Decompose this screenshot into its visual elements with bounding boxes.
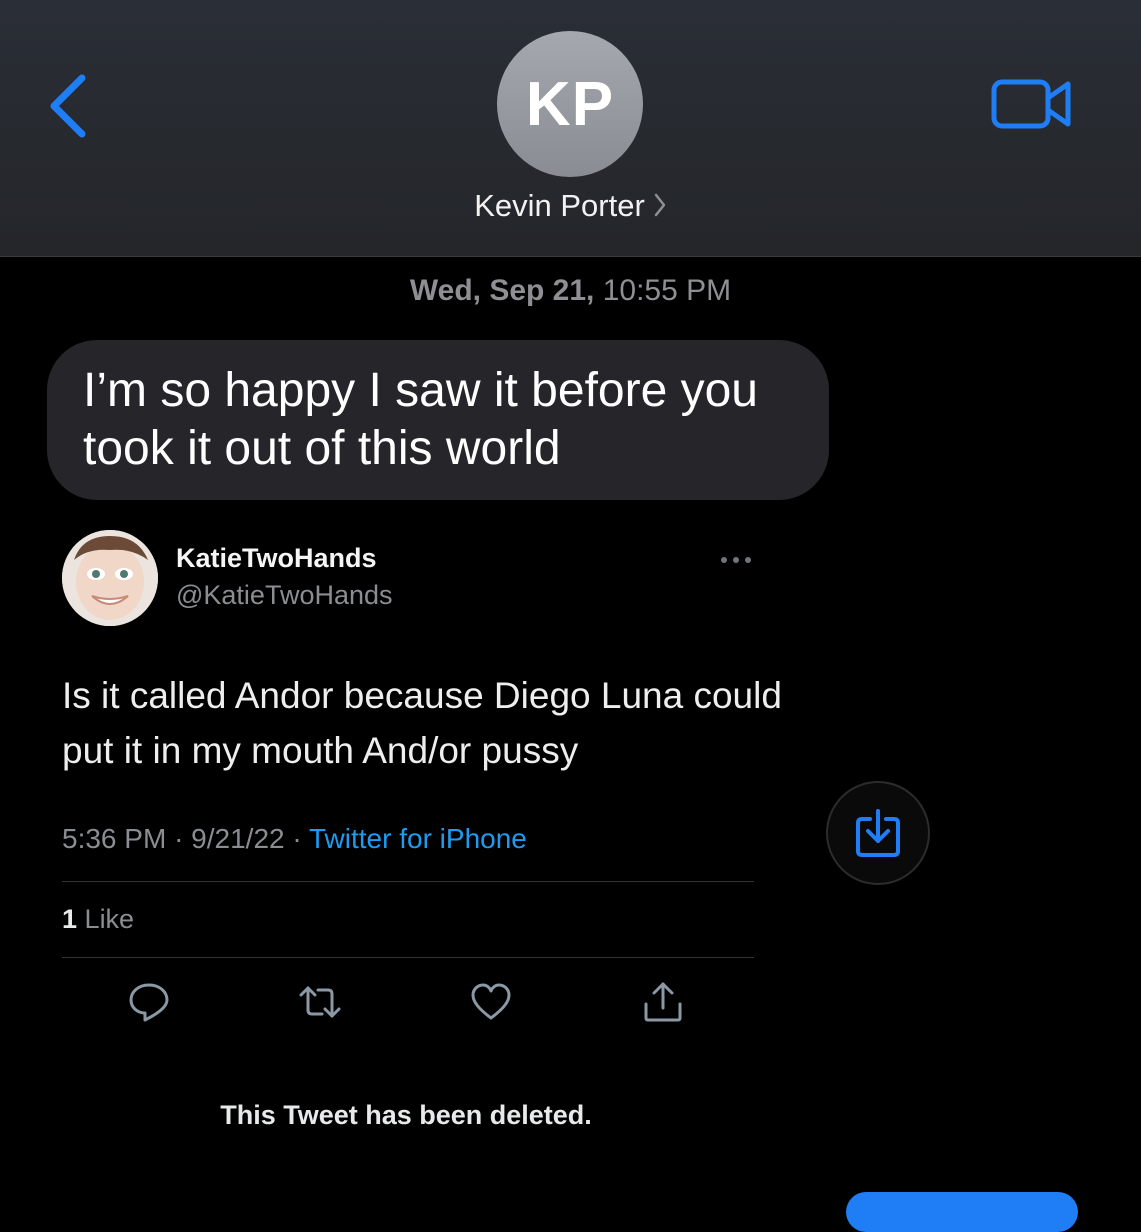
tweet-meta: 5:36 PM · 9/21/22 · Twitter for iPhone xyxy=(62,823,527,855)
more-horizontal-icon xyxy=(721,557,751,563)
chevron-left-icon xyxy=(50,74,86,138)
video-camera-icon xyxy=(991,79,1071,129)
message-text: I’m so happy I saw it before you took it… xyxy=(83,364,758,475)
share-icon xyxy=(644,982,682,1022)
tweet-more-button[interactable] xyxy=(716,548,756,572)
reply-icon xyxy=(129,983,169,1022)
chevron-right-icon xyxy=(653,190,667,226)
timestamp-time: 10:55 PM xyxy=(602,274,732,307)
retweet-button[interactable] xyxy=(298,980,342,1024)
tweet-date: 9/21/22 xyxy=(191,823,285,854)
tweet-display-name[interactable]: KatieTwoHands xyxy=(176,543,377,574)
tweet-time: 5:36 PM xyxy=(62,823,167,854)
like-label: Like xyxy=(84,904,135,934)
reply-button[interactable] xyxy=(127,980,171,1024)
facetime-video-button[interactable] xyxy=(988,74,1078,134)
contact-name: Kevin Porter xyxy=(474,188,645,223)
like-count: 1 xyxy=(62,904,78,934)
conversation-header: KP Kevin Porter xyxy=(0,0,1141,257)
back-button[interactable] xyxy=(40,66,100,146)
tweet-source-link[interactable]: Twitter for iPhone xyxy=(309,823,527,854)
meta-separator: · xyxy=(292,823,302,854)
contact-avatar[interactable]: KP xyxy=(497,31,643,177)
tweet-divider xyxy=(62,881,754,882)
retweet-icon xyxy=(299,986,341,1018)
received-message-bubble[interactable]: I’m so happy I saw it before you took it… xyxy=(47,340,829,500)
like-button[interactable] xyxy=(469,980,513,1024)
profile-photo-image xyxy=(62,530,158,626)
tweet-handle[interactable]: @KatieTwoHands xyxy=(176,580,393,611)
tweet-likes[interactable]: 1 Like xyxy=(62,904,134,935)
contact-name-button[interactable]: Kevin Porter xyxy=(0,188,1141,226)
tweet-author-avatar[interactable] xyxy=(62,530,158,626)
save-to-photos-button[interactable] xyxy=(826,781,930,885)
tweet-deleted-notice: This Tweet has been deleted. xyxy=(220,1100,592,1130)
like-icon xyxy=(471,983,511,1020)
share-button[interactable] xyxy=(641,980,685,1024)
partial-blue-button[interactable] xyxy=(846,1192,1078,1232)
timestamp-day: Wed, Sep 21, xyxy=(409,274,595,307)
message-timestamp: Wed, Sep 21, 10:55 PM xyxy=(0,274,1141,308)
meta-separator: · xyxy=(174,823,184,854)
save-download-icon xyxy=(856,809,900,857)
tweet-text: Is it called Andor because Diego Luna co… xyxy=(62,675,782,771)
tweet-divider xyxy=(62,957,754,958)
